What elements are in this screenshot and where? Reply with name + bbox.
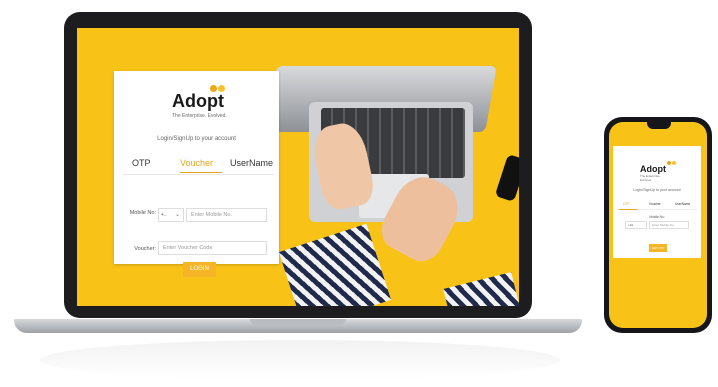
logo-dots-icon bbox=[667, 161, 677, 165]
background-photo-phone bbox=[494, 153, 519, 203]
login-subtitle: Login/SignUp to your account bbox=[157, 136, 236, 142]
voucher-code-input[interactable]: Enter Voucher Code bbox=[158, 241, 267, 255]
tab-otp[interactable]: OTP bbox=[132, 158, 151, 168]
mobile-label: Mobile No: bbox=[129, 210, 156, 216]
login-tabs: OTP Voucher UserName bbox=[617, 202, 697, 210]
country-code-select[interactable]: +91 bbox=[625, 221, 647, 229]
phone-notch bbox=[647, 122, 671, 129]
logo-tagline: The Enterprise. Evolved. bbox=[640, 174, 661, 182]
get-otp-button[interactable]: GET OTP bbox=[649, 244, 667, 252]
active-tab-indicator bbox=[619, 209, 637, 210]
mobile-number-input[interactable]: Enter Mobile No. bbox=[649, 221, 689, 229]
tab-username[interactable]: UserName bbox=[675, 202, 690, 206]
phone-login-card: Adopt The Enterprise. Evolved. Login/Sig… bbox=[613, 146, 701, 258]
background-photo-sleeve bbox=[443, 272, 519, 306]
tab-voucher[interactable]: Voucher bbox=[180, 158, 213, 168]
chevron-down-icon: ⌄ bbox=[174, 212, 180, 218]
tab-username[interactable]: UserName bbox=[230, 158, 273, 168]
mobile-label: Mobile No: bbox=[649, 215, 665, 219]
login-card: Adopt The Enterprise. Evolved. Login/Sig… bbox=[114, 71, 279, 277]
background-photo-sleeve bbox=[278, 223, 392, 306]
country-code-select[interactable]: +.. ⌄ bbox=[158, 208, 184, 222]
laptop-notch bbox=[250, 319, 346, 325]
tab-voucher[interactable]: Voucher bbox=[649, 202, 661, 206]
voucher-label: Voucher: bbox=[134, 246, 156, 252]
login-button[interactable]: LOGIN bbox=[183, 262, 216, 277]
tab-otp[interactable]: OTP bbox=[623, 202, 630, 206]
adopt-logo: Adopt bbox=[172, 91, 224, 111]
adopt-logo: Adopt bbox=[640, 164, 666, 174]
mobile-number-input[interactable]: Enter Mobile No. bbox=[186, 208, 267, 222]
logo-tagline: The Enterprise. Evolved. bbox=[172, 113, 227, 119]
active-tab-indicator bbox=[180, 172, 222, 173]
country-code-value: +.. bbox=[161, 212, 167, 218]
laptop-reflection bbox=[40, 340, 560, 380]
laptop-screen: Adopt The Enterprise. Evolved. Login/Sig… bbox=[77, 28, 519, 306]
logo-dots-icon bbox=[210, 85, 226, 93]
login-tabs: OTP Voucher UserName bbox=[122, 158, 274, 175]
login-subtitle: Login/SignUp to your account bbox=[633, 188, 681, 192]
phone-screen: Adopt The Enterprise. Evolved. Login/Sig… bbox=[609, 122, 707, 328]
